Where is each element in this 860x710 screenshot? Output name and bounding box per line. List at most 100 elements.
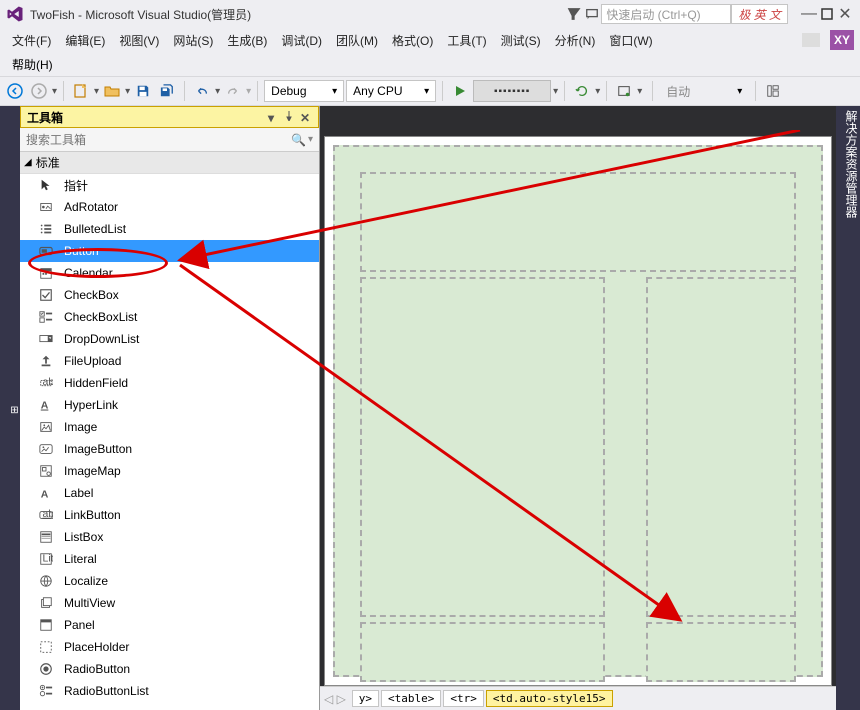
toolbox-item-dropdownlist[interactable]: DropDownList [20,328,319,350]
toolbox-item-label: LinkButton [64,508,121,522]
toolbox-item-adrotator[interactable]: AdRotator [20,196,319,218]
toolbox-item-panel[interactable]: Panel [20,614,319,636]
notification-icon[interactable] [565,5,583,23]
format-button[interactable] [762,80,784,102]
toolbox-item-calendar[interactable]: Calendar [20,262,319,284]
toolbox-panel: 工具箱 ▾ ✕ 🔍 ▾ ◢ 标准 指针AdRotatorBulletedList… [20,106,320,710]
save-button[interactable] [132,80,154,102]
solution-config-dropdown[interactable]: Debug▾ [264,80,344,102]
label-icon: A [38,485,54,501]
menu-team[interactable]: 团队(M) [330,30,384,51]
breadcrumb-item[interactable]: <table> [381,690,441,707]
toolbox-item-hiddenfield[interactable]: abcHiddenField [20,372,319,394]
breadcrumb-item[interactable]: <td.auto-style15> [486,690,613,707]
solution-explorer-tab[interactable]: 解决方案资源管理器 [843,110,860,710]
nav-forward-button[interactable] [28,80,50,102]
toolbox-item-bulletedlist[interactable]: BulletedList [20,218,319,240]
titlebar: TwoFish - Microsoft Visual Studio(管理员) 快… [0,0,860,28]
breadcrumb-item[interactable]: <tr> [443,690,484,707]
visual-studio-icon [6,5,24,23]
nav-back-button[interactable] [4,80,26,102]
menu-file[interactable]: 文件(F) [6,30,57,51]
breadcrumb-item[interactable]: y> [352,690,379,707]
quick-launch-placeholder: 快速启动 (Ctrl+Q) [606,6,700,23]
redo-button[interactable] [222,80,244,102]
toolbox-item-radiobutton[interactable]: RadioButton [20,658,319,680]
table-cell[interactable] [360,277,605,617]
toolbox-item-label: RadioButtonList [64,684,149,698]
table-cell[interactable] [646,277,796,617]
localize-icon [38,573,54,589]
target-dropdown[interactable]: 自动▾ [659,80,749,102]
close-button[interactable]: ✕ [836,5,854,23]
start-debug-button[interactable] [449,80,471,102]
menu-build[interactable]: 生成(B) [221,30,273,51]
panel-icon [38,617,54,633]
save-all-button[interactable] [156,80,178,102]
toolbox-item-linkbutton[interactable]: abLinkButton [20,504,319,526]
table-cell[interactable] [646,622,796,682]
menu-debug[interactable]: 调试(D) [275,30,328,51]
maximize-button[interactable] [818,5,836,23]
design-grid[interactable] [333,145,823,677]
toolbox-item-image[interactable]: Image [20,416,319,438]
toolbox-item-label: CheckBox [64,288,119,302]
toolbox-item-label: Image [64,420,97,434]
search-icon[interactable]: 🔍 [291,133,306,147]
toolbox-item-imagebutton[interactable]: ImageButton [20,438,319,460]
toolbox-item-literal[interactable]: LitLiteral [20,548,319,570]
refresh-button[interactable] [571,80,593,102]
menu-analyze[interactable]: 分析(N) [549,30,602,51]
left-collapsed-panel[interactable]: ⊞ [0,106,20,710]
breadcrumb-arrow-icon[interactable]: ◁ ▷ [324,692,346,706]
menu-format[interactable]: 格式(O) [386,30,439,51]
toolbox-item-imagemap[interactable]: ImageMap [20,460,319,482]
menu-view[interactable]: 视图(V) [113,30,165,51]
quick-launch-input[interactable]: 快速启动 (Ctrl+Q) [601,4,731,24]
toolbox-search-input[interactable] [26,133,291,147]
toolbox-item-checkboxlist[interactable]: CheckBoxList [20,306,319,328]
toolbox-category[interactable]: ◢ 标准 [20,152,319,174]
ime-indicator[interactable]: 极 英 文 [731,4,788,24]
toolbox-item-label: DropDownList [64,332,139,346]
menu-test[interactable]: 测试(S) [495,30,547,51]
browse-button[interactable] [613,80,635,102]
panel-close-icon[interactable]: ✕ [300,111,312,123]
menu-tools[interactable]: 工具(T) [441,30,492,51]
menu-window[interactable]: 窗口(W) [603,30,658,51]
minimize-button[interactable]: — [800,5,818,23]
toolbox-item-fileupload[interactable]: FileUpload [20,350,319,372]
feedback-icon[interactable] [583,5,601,23]
panel-pin-icon[interactable] [284,111,296,123]
user-badge[interactable]: XY [830,30,854,50]
toolbox-item-localize[interactable]: Localize [20,570,319,592]
sign-in-icon[interactable] [802,33,820,47]
radiobutton-icon [38,661,54,677]
toolbox-item-label: 指针 [64,177,88,194]
panel-dropdown-icon[interactable]: ▾ [268,111,280,123]
toolbox-item-label: ImageMap [64,464,121,478]
literal-icon: Lit [38,551,54,567]
open-file-button[interactable] [101,80,123,102]
new-project-button[interactable] [70,80,92,102]
toolbox-item-label[interactable]: ALabel [20,482,319,504]
toolbox-item-hyperlink[interactable]: AHyperLink [20,394,319,416]
undo-button[interactable] [191,80,213,102]
toolbox-item-button[interactable]: Button [20,240,319,262]
toolbox-item-checkbox[interactable]: CheckBox [20,284,319,306]
solution-platform-dropdown[interactable]: Any CPU▾ [346,80,436,102]
menu-edit[interactable]: 编辑(E) [59,30,111,51]
menu-website[interactable]: 网站(S) [167,30,219,51]
button-icon [38,243,54,259]
table-cell[interactable] [360,622,605,682]
toolbox-item-radiobuttonlist[interactable]: RadioButtonList [20,680,319,702]
toolbox-item-listbox[interactable]: ListBox [20,526,319,548]
toolbox-item-placeholder[interactable]: PlaceHolder [20,636,319,658]
menu-help[interactable]: 帮助(H) [6,54,59,75]
browser-dropdown[interactable]: ▪▪▪▪▪▪▪▪ [473,80,551,102]
toolbox-item-multiview[interactable]: MultiView [20,592,319,614]
toolbox-item-pointer[interactable]: 指针 [20,174,319,196]
listbox-icon [38,529,54,545]
table-cell[interactable] [360,172,796,272]
designer-canvas[interactable] [324,136,832,686]
